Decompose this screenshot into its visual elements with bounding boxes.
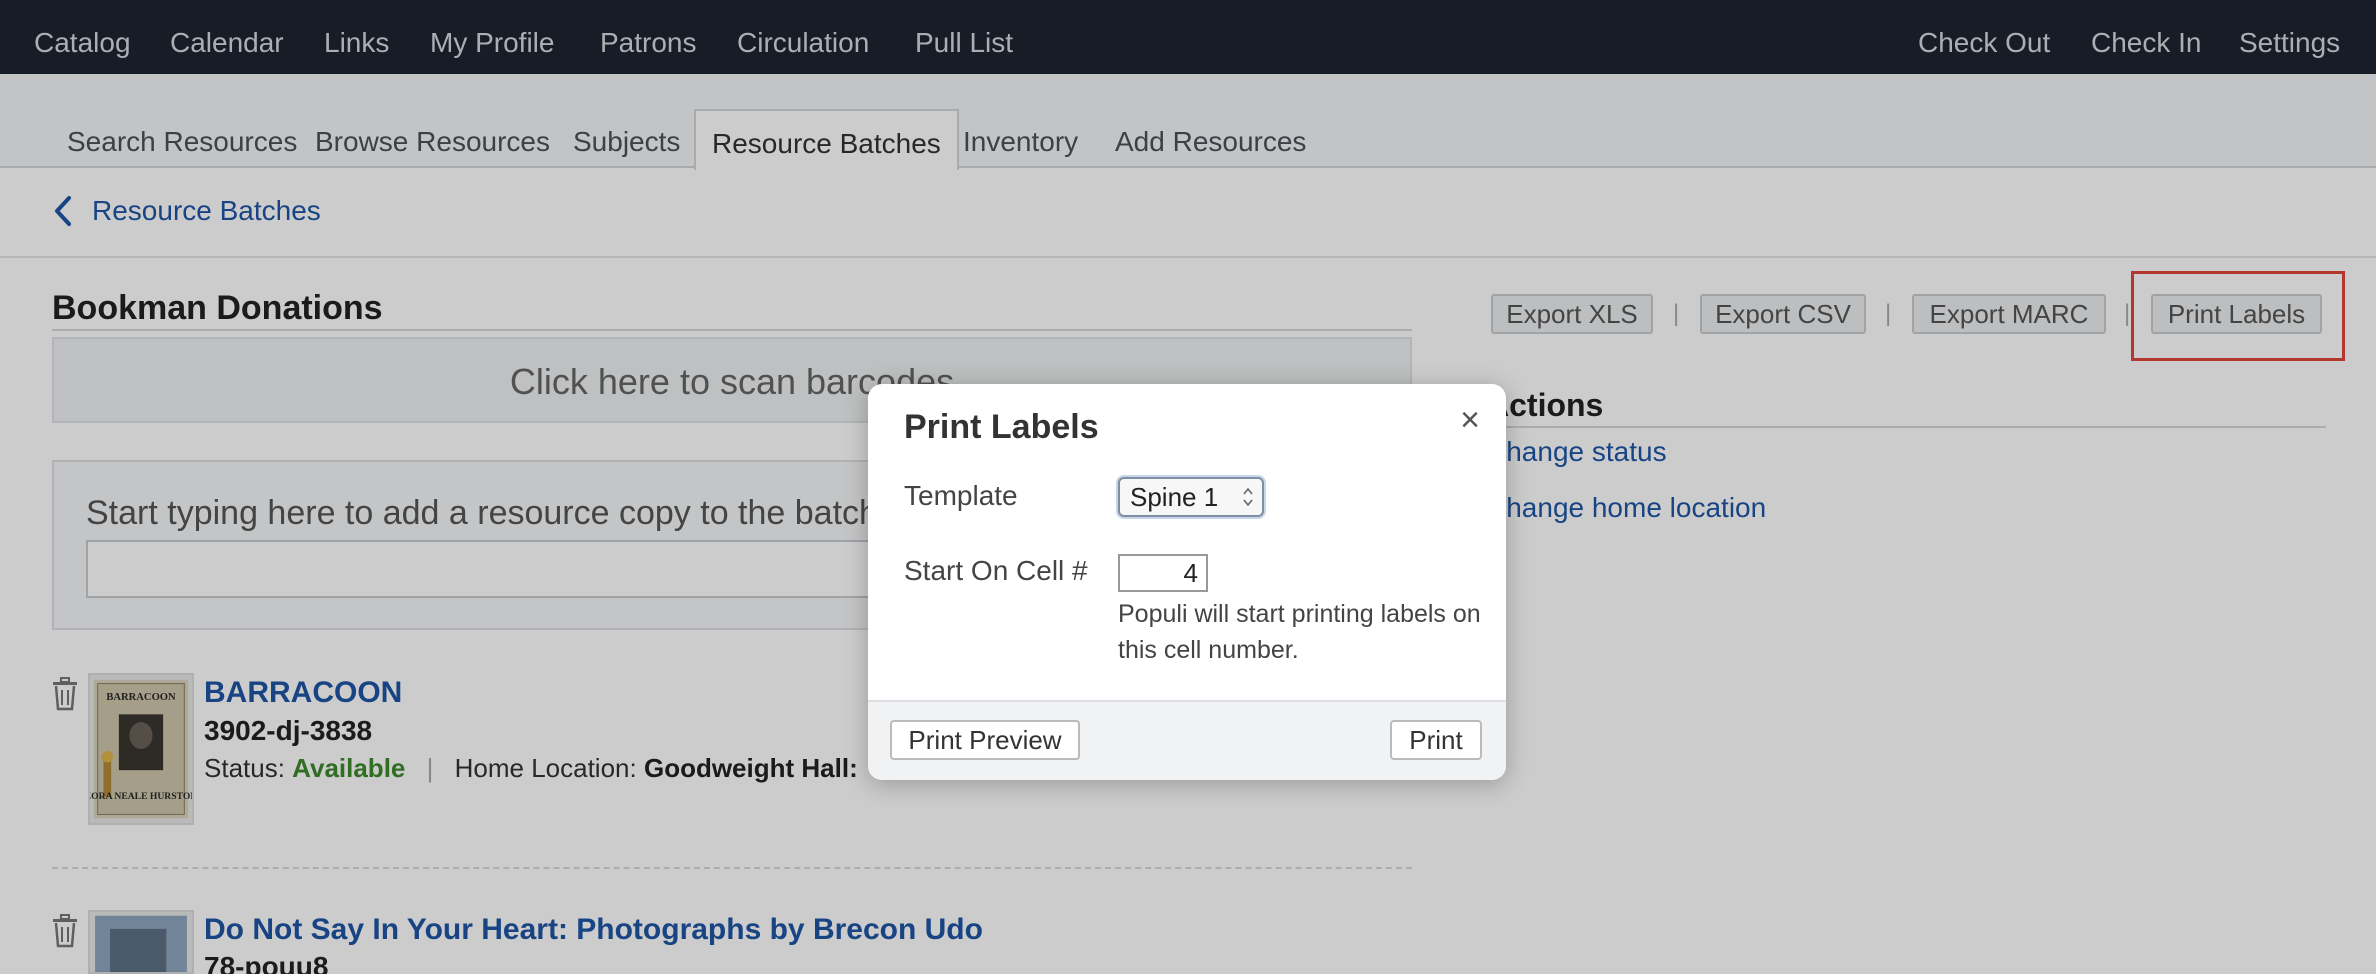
close-icon[interactable]: × [1452, 402, 1488, 438]
start-cell-label: Start On Cell # [904, 555, 1088, 586]
dialog-title: Print Labels [904, 408, 1099, 446]
template-label: Template [904, 480, 1018, 511]
print-labels-dialog: Print Labels × Template Spine 1 Start On… [868, 384, 1506, 780]
start-cell-input[interactable] [1118, 554, 1208, 592]
select-arrows-icon [1243, 487, 1253, 507]
start-cell-help-text: Populi will start printing labels on thi… [1118, 600, 1481, 664]
print-preview-button[interactable]: Print Preview [890, 720, 1080, 760]
print-button[interactable]: Print [1390, 720, 1482, 760]
template-select-value: Spine 1 [1130, 482, 1219, 512]
template-select[interactable]: Spine 1 [1118, 477, 1264, 517]
